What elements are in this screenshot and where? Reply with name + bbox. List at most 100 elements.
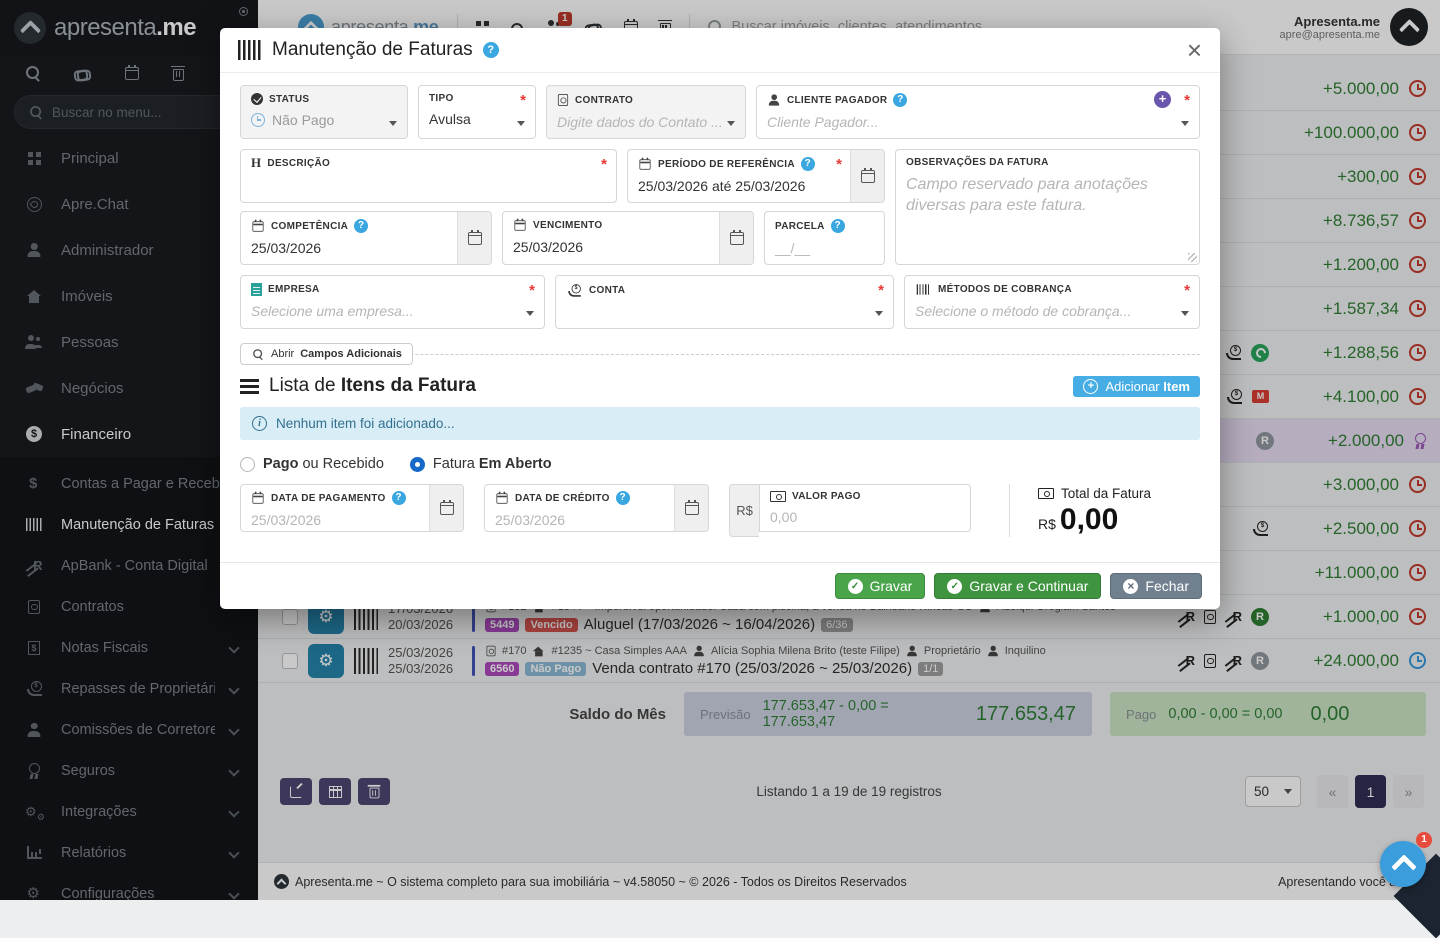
chat-fab-button[interactable] [1380, 841, 1426, 887]
chevron-down-icon [526, 311, 534, 316]
status-icon [251, 93, 263, 105]
help-icon[interactable]: ? [893, 93, 907, 107]
calendar-addon[interactable] [674, 485, 708, 531]
calendar-icon [440, 502, 454, 515]
contrato-placeholder: Digite dados do Contato ... [557, 114, 723, 130]
competencia-field[interactable]: COMPETÊNCIA? 25/03/2026 [240, 211, 492, 265]
help-icon[interactable]: ? [483, 42, 499, 58]
required-star: * [878, 282, 884, 299]
money-icon [770, 491, 786, 502]
info-icon [252, 416, 267, 431]
help-icon[interactable]: ? [831, 219, 845, 233]
check-circle-icon: ✓ [947, 579, 962, 594]
calendar-icon [468, 232, 482, 245]
gravar-e-continuar-button[interactable]: ✓Gravar e Continuar [934, 573, 1101, 599]
barcode-icon [238, 40, 262, 60]
empty-items-text: Nenhum item foi adicionado... [276, 416, 455, 431]
chevron-down-icon [1181, 311, 1189, 316]
x-circle-icon: × [1123, 579, 1138, 594]
radio-pago-recebido[interactable]: Pago ou Recebido [240, 456, 384, 472]
calendar-icon [685, 502, 699, 515]
periodo-value: 25/03/2026 até 25/03/2026 [638, 178, 805, 194]
descricao-field[interactable]: HDESCRIÇÃO * [240, 149, 617, 203]
total-fatura-block: Total da Fatura R$0,00 [1038, 484, 1151, 537]
cliente-pagador-field[interactable]: CLIENTE PAGADOR? Cliente Pagador... * + [756, 85, 1200, 139]
tipo-value: Avulsa [429, 111, 471, 127]
contrato-field[interactable]: CONTRATO Digite dados do Contato ... [546, 85, 746, 139]
metodos-placeholder: Selecione o método de cobrança... [915, 303, 1131, 319]
data-credito-placeholder: 25/03/2026 [495, 512, 565, 528]
required-star: * [601, 156, 607, 173]
search-icon [253, 349, 263, 359]
required-star: * [1184, 92, 1190, 109]
add-item-button[interactable]: + Adicionar Item [1073, 376, 1200, 397]
valor-pago-placeholder: 0,00 [770, 509, 797, 525]
list-icon [240, 379, 259, 394]
plus-circle-icon: + [1083, 379, 1098, 394]
vencimento-value: 25/03/2026 [513, 239, 583, 255]
calendar-icon [639, 159, 650, 169]
observacoes-field[interactable]: OBSERVAÇÕES DA FATURA Campo reservado pa… [895, 149, 1200, 265]
chevron-down-icon [1181, 121, 1189, 126]
data-pagamento-placeholder: 25/03/2026 [251, 512, 321, 528]
radio-checked-icon [410, 457, 425, 472]
empresa-field[interactable]: EMPRESA Selecione uma empresa... * [240, 275, 545, 329]
data-credito-field[interactable]: DATA DE CRÉDITO? 25/03/2026 [484, 484, 709, 532]
calendar-icon [496, 493, 507, 503]
conta-field[interactable]: CONTA * [555, 275, 894, 329]
chevron-down-icon [875, 311, 883, 316]
chat-badge: 1 [1416, 832, 1432, 848]
items-section-title: Lista de Itens da Fatura [269, 375, 476, 397]
clock-icon [251, 113, 265, 127]
money-icon [1038, 488, 1054, 499]
calendar-addon[interactable] [457, 212, 491, 264]
chevron-down-icon [517, 121, 525, 126]
data-pagamento-field[interactable]: DATA DE PAGAMENTO? 25/03/2026 [240, 484, 464, 532]
divider [1009, 484, 1010, 537]
gravar-button[interactable]: ✓Gravar [835, 573, 926, 599]
help-icon[interactable]: ? [801, 157, 815, 171]
tipo-field[interactable]: TIPO Avulsa * [418, 85, 536, 139]
chevron-down-icon [389, 121, 397, 126]
help-icon[interactable]: ? [392, 491, 406, 505]
valor-pago-group: R$ VALOR PAGO 0,00 [729, 484, 971, 537]
hand-coin-icon [567, 284, 581, 297]
calendar-addon[interactable] [719, 212, 753, 264]
barcode-icon [917, 284, 931, 294]
heading-icon: H [251, 157, 261, 169]
empty-items-alert: Nenhum item foi adicionado... [240, 407, 1200, 440]
modal-title: Manutenção de Faturas [272, 39, 473, 61]
valor-pago-field[interactable]: VALOR PAGO 0,00 [759, 484, 971, 532]
required-star: * [529, 282, 535, 299]
total-value: 0,00 [1060, 503, 1118, 536]
radio-icon [240, 457, 255, 472]
required-star: * [836, 156, 842, 173]
contract-icon [558, 94, 568, 106]
help-icon[interactable]: ? [354, 219, 368, 233]
calendar-icon [514, 220, 525, 230]
metodos-cobranca-field[interactable]: MÉTODOS DE COBRANÇA Selecione o método d… [904, 275, 1200, 329]
observacoes-placeholder: Campo reservado para anotações diversas … [906, 174, 1189, 216]
competencia-value: 25/03/2026 [251, 240, 321, 256]
person-icon [768, 94, 779, 105]
status-field[interactable]: STATUS Não Pago [240, 85, 408, 139]
add-client-button[interactable]: + [1154, 91, 1171, 108]
calendar-icon [252, 221, 263, 231]
fechar-button[interactable]: ×Fechar [1110, 573, 1202, 599]
calendar-icon [861, 170, 875, 183]
radio-fatura-em-aberto[interactable]: Fatura Em Aberto [410, 456, 552, 472]
close-icon[interactable]: × [1187, 40, 1202, 60]
calendar-addon[interactable] [850, 150, 884, 202]
vencimento-field[interactable]: VENCIMENTO 25/03/2026 [502, 211, 754, 265]
parcela-field[interactable]: PARCELA? __/__ [764, 211, 885, 265]
periodo-referencia-field[interactable]: PERÍODO DE REFERÊNCIA? 25/03/2026 até 25… [627, 149, 885, 203]
required-star: * [520, 92, 526, 109]
total-label: Total da Fatura [1061, 486, 1151, 501]
status-value: Não Pago [272, 112, 334, 128]
calendar-addon[interactable] [429, 485, 463, 531]
check-circle-icon: ✓ [848, 579, 863, 594]
calendar-icon [252, 493, 263, 503]
help-icon[interactable]: ? [616, 491, 630, 505]
abrir-campos-adicionais-button[interactable]: Abrir Campos Adicionais [240, 343, 413, 365]
chevron-down-icon [727, 121, 735, 126]
